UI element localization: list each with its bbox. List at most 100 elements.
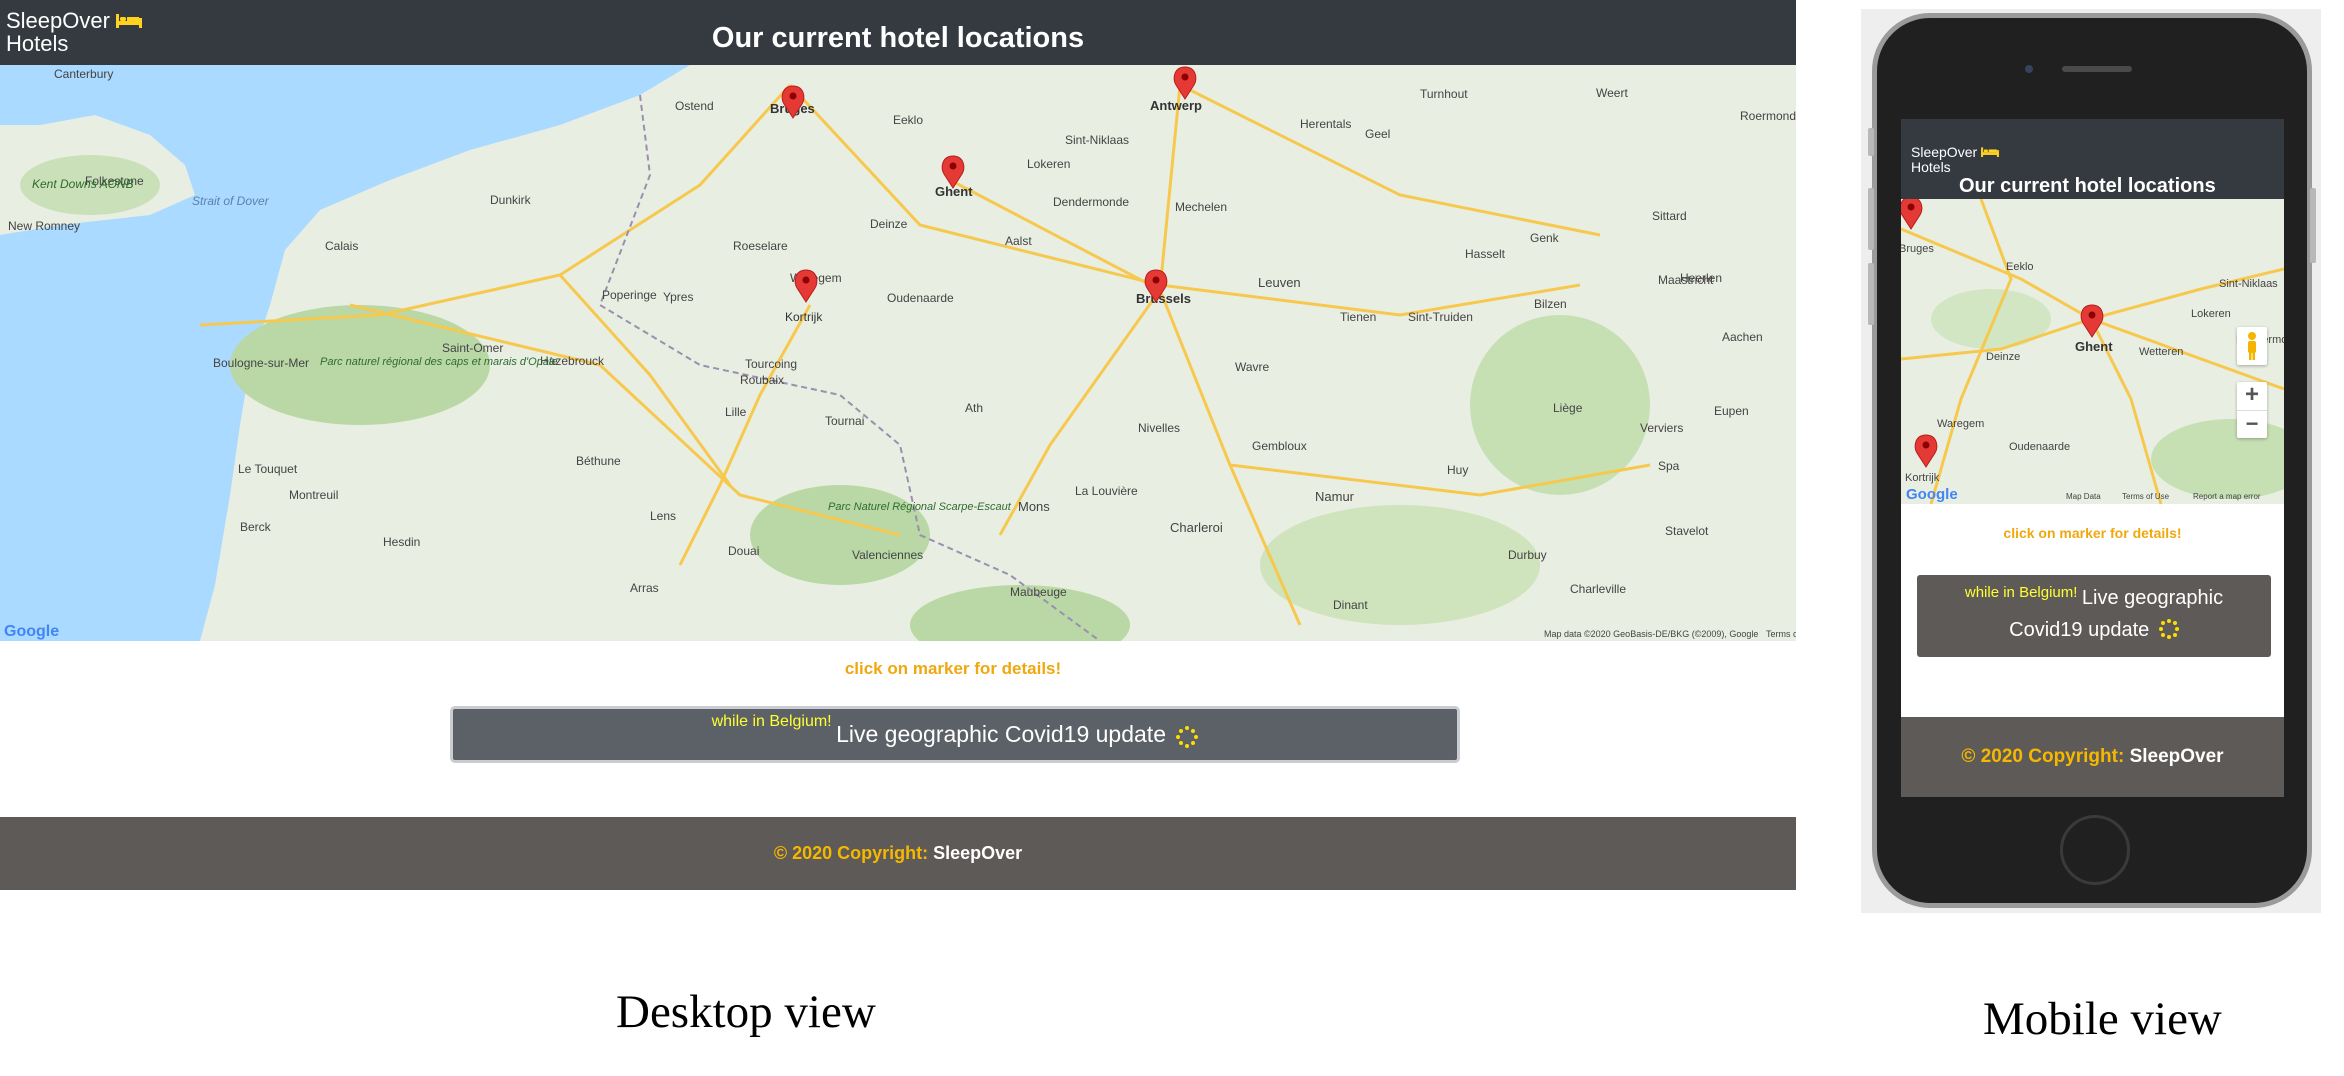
map-city-label: Nivelles (1138, 421, 1180, 435)
map-city-label: Herentals (1300, 117, 1351, 131)
map-city-label: Weert (1596, 86, 1628, 100)
map-city-label: Dinant (1333, 598, 1368, 612)
copyright-text: © 2020 Copyright: (773, 843, 929, 863)
map-city-label: Roermond (1740, 109, 1796, 123)
map-city-label: Deinze (870, 217, 908, 231)
map-city-label: Roeselare (733, 239, 788, 253)
zoom-controls: + − (2237, 382, 2267, 438)
map-city-label: Roubaix (740, 373, 784, 387)
map-city-label: Sint-Niklaas (1065, 133, 1129, 147)
map-city-label: Durbuy (1508, 548, 1547, 562)
zoom-in-button[interactable]: + (2237, 382, 2267, 410)
copyright-brand[interactable]: SleepOver (933, 843, 1022, 863)
map-city-label: Huy (1447, 463, 1468, 477)
map-city-label: Ghent (2075, 339, 2113, 354)
mobile-brand-logo[interactable]: SleepOver Hotels (1911, 144, 2000, 175)
phone-speaker (2062, 66, 2132, 72)
map-city-label: Sint-Niklaas (2219, 278, 2278, 290)
hotel-map[interactable]: Bruges Antwerp Ghent Kortrijk Brussels M… (0, 65, 1796, 641)
mobile-header: SleepOver Hotels Our current hotel locat… (1901, 119, 2284, 199)
map-city-label: Brussels (1136, 291, 1191, 306)
map-city-label: Mechelen (1175, 200, 1227, 214)
map-city-label: Saint-Omer (442, 341, 503, 355)
map-city-label: Bruges (1901, 243, 1934, 255)
covid-subtitle: while in Belgium! (1964, 584, 2078, 601)
map-city-label: Maubeuge (1010, 585, 1067, 599)
covid-label-line-2: Covid19 update (2009, 619, 2150, 641)
covid-label-line-1: Live geographic (2081, 587, 2224, 609)
map-city-label: Lens (650, 509, 676, 523)
map-city-label: Wetteren (2139, 346, 2183, 358)
map-city-label: Liège (1553, 401, 1583, 415)
covid-label: Live geographic Covid19 update (836, 721, 1166, 747)
map-city-label: Oudenaarde (887, 291, 954, 305)
google-logo: Google (1906, 486, 1958, 503)
covid-line-2: Covid19 update (1917, 618, 2271, 642)
map-city-label: Ostend (675, 99, 714, 113)
map-city-label: Ypres (663, 290, 693, 304)
map-city-label: Hesdin (383, 535, 420, 549)
map-attribution: Map data ©2020 GeoBasis-DE/BKG (©2009), … (1544, 629, 1758, 639)
map-city-label: Sittard (1652, 209, 1687, 223)
map-city-label: Charleville (1570, 582, 1626, 596)
map-city-label: Tournai (825, 414, 864, 428)
map-city-label: Namur (1315, 489, 1355, 504)
mobile-caption: Mobile view (1983, 993, 2222, 1045)
map-city-label: Antwerp (1150, 98, 1202, 113)
covid-update-button[interactable]: while in Belgium! Live geographic Covid1… (450, 706, 1460, 763)
map-city-label: Parc Naturel Régional Scarpe-Escaut (828, 501, 1012, 513)
map-city-label: Le Touquet (238, 462, 298, 476)
map-city-label: Deinze (1986, 351, 2020, 363)
map-city-label: Aachen (1722, 330, 1763, 344)
map-city-label: Eeklo (2006, 261, 2034, 273)
map-city-label: Sint-Truiden (1408, 310, 1473, 324)
mobile-click-hint: click on marker for details! (2003, 525, 2182, 541)
map-city-label: Lille (725, 405, 747, 419)
map-city-label: Leuven (1258, 275, 1301, 290)
map-city-label: New Romney (8, 219, 80, 233)
map-city-label: Canterbury (54, 67, 113, 81)
phone-home-button[interactable] (2060, 815, 2130, 885)
map-city-label: La Louvière (1075, 484, 1138, 498)
map-city-label: Strait of Dover (192, 194, 270, 208)
map-city-label: Valenciennes (852, 548, 923, 562)
map-city-label: Kortrijk (785, 310, 823, 324)
map-city-label: Douai (728, 544, 759, 558)
map-city-label: Gembloux (1252, 439, 1307, 453)
map-city-label: Lokeren (1027, 157, 1070, 171)
phone-side-button (2310, 188, 2316, 263)
map-city-label: Charleroi (1170, 520, 1223, 535)
loading-spinner-icon (1176, 725, 1199, 748)
zoom-out-button[interactable]: − (2237, 410, 2267, 439)
desktop-view: SleepOver Hotels Our current hotel locat… (0, 0, 1796, 890)
map-city-label: Stavelot (1665, 524, 1709, 538)
map-city-label: Eeklo (893, 113, 923, 127)
copyright-brand[interactable]: SleepOver (2130, 746, 2224, 767)
map-city-label: Eupen (1714, 404, 1749, 418)
map-city-label: Mons (1018, 499, 1050, 514)
mobile-footer: © 2020 Copyright: SleepOver (1901, 717, 2284, 797)
mobile-covid-update-button[interactable]: while in Belgium! Live geographic Covid1… (1917, 575, 2271, 657)
mobile-hotel-map[interactable]: Bruges Ghent Kortrijk Eeklo Sint-Niklaas… (1901, 199, 2284, 504)
map-city-label: Aalst (1005, 234, 1032, 248)
brand-name: SleepOver (1911, 144, 1978, 160)
map-city-label: Genk (1530, 231, 1560, 245)
bed-icon (1981, 145, 2000, 160)
terms-link: Terms of Use (2122, 492, 2170, 501)
map-city-label: Wavre (1235, 360, 1270, 374)
map-city-label: Montreuil (289, 488, 338, 502)
map-city-label: Berck (240, 520, 272, 534)
map-city-label: Arras (630, 581, 659, 595)
map-city-label: Turnhout (1420, 87, 1468, 101)
brand-subname: Hotels (1911, 158, 1951, 175)
map-city-label: Calais (325, 239, 358, 253)
mobile-screen: SleepOver Hotels Our current hotel locat… (1901, 119, 2284, 797)
street-view-pegman-icon[interactable] (2237, 327, 2267, 365)
map-city-label: Tourcoing (745, 357, 797, 371)
phone-side-button (1868, 128, 1874, 156)
desktop-caption: Desktop view (616, 986, 876, 1038)
map-city-label: Kent Downs AONB (32, 177, 134, 191)
click-hint: click on marker for details! (844, 659, 1062, 678)
map-city-label: Waregem (1937, 418, 1984, 430)
map-data-link: Map Data (2066, 492, 2101, 501)
